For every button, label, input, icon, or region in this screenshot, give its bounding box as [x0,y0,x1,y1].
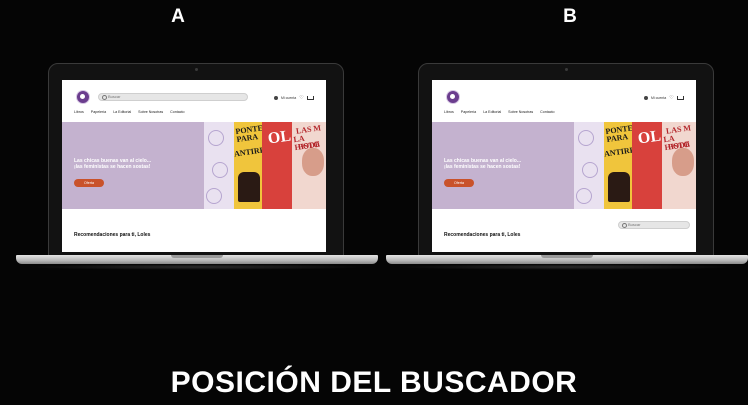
decor-swirl [576,188,592,204]
account-label[interactable]: Mi cuenta [651,96,666,100]
recommendations-title: Recomendaciones para ti, Loles [74,232,151,238]
hero-banner: Las chicas buenas van al cielo... ¡las f… [432,122,696,209]
decor-swirl [206,188,222,204]
header-actions: Mi cuenta ♡ [644,94,684,102]
laptop-base [16,255,378,264]
laptop-lid: Mi cuenta ♡ Libros Papelería La Editoria… [418,63,714,256]
nav-item-sobre-nosotras[interactable]: Sobre Nosotras [508,110,533,114]
offer-button[interactable]: Oferta [444,179,474,187]
laptop-b: Mi cuenta ♡ Libros Papelería La Editoria… [386,63,748,273]
nav-item-papeleria[interactable]: Papelería [91,110,106,114]
hero-line-2: ¡las feministas se hacen sostas! [74,164,151,170]
poster-text: OL [636,127,663,148]
caption: POSICIÓN DEL BUSCADOR [170,366,578,399]
search-input[interactable]: Buscar [98,93,248,101]
nav-item-editorial[interactable]: La Editorial [483,110,501,114]
hero-text: Las chicas buenas van al cielo... ¡las f… [444,158,554,170]
decor-swirl [212,162,228,178]
website-screen-a: Buscar Mi cuenta ♡ Libros Papelería La E… [62,80,326,252]
decor-swirl [582,162,598,178]
face-illustration [672,148,694,176]
face-illustration [302,148,324,176]
variant-a-label: A [171,6,185,27]
camera-icon [194,68,198,71]
decor-swirl [208,130,224,146]
logo-icon[interactable] [446,90,460,104]
nav-item-papeleria[interactable]: Papelería [461,110,476,114]
hero-text: Las chicas buenas van al cielo... ¡las f… [74,158,184,170]
nav-item-libros[interactable]: Libros [444,110,454,114]
decor-swirl [578,130,594,146]
laptop-lid: Buscar Mi cuenta ♡ Libros Papelería La E… [48,63,344,256]
search-placeholder: Buscar [108,94,121,99]
nav-item-contacto[interactable]: Contacto [170,110,184,114]
search-icon [102,95,107,100]
camera-icon [564,68,568,71]
hero-artwork: PONTE PARA ANTIRRA OL LAS M LA HISTO POD… [574,122,696,209]
nav-item-editorial[interactable]: La Editorial [113,110,131,114]
search-placeholder: Buscar [628,222,641,227]
cart-icon[interactable] [306,96,314,100]
nav-item-sobre-nosotras[interactable]: Sobre Nosotras [138,110,163,114]
logo-icon[interactable] [76,90,90,104]
heart-icon[interactable]: ♡ [669,95,673,101]
nav-item-libros[interactable]: Libros [74,110,84,114]
heart-icon[interactable]: ♡ [299,95,303,101]
laptop-a: Buscar Mi cuenta ♡ Libros Papelería La E… [16,63,378,273]
recommendations-title: Recomendaciones para ti, Loles [444,232,521,238]
laptop-base [386,255,748,264]
hero-artwork: PONTE PARA ANTIRRA OL LAS M LA HISTO POD… [204,122,326,209]
variant-b-label: B [563,6,577,27]
fist-illustration [238,172,260,202]
account-label[interactable]: Mi cuenta [281,96,296,100]
hero-line-2: ¡las feministas se hacen sostas! [444,164,521,170]
user-icon[interactable] [644,96,648,100]
website-screen-b: Mi cuenta ♡ Libros Papelería La Editoria… [432,80,696,252]
main-nav: Libros Papelería La Editorial Sobre Noso… [74,110,185,114]
user-icon[interactable] [274,96,278,100]
search-input[interactable]: Buscar [618,221,690,229]
cart-icon[interactable] [676,96,684,100]
header-actions: Mi cuenta ♡ [274,94,314,102]
search-icon [622,223,627,228]
hero-banner: Las chicas buenas van al cielo... ¡las f… [62,122,326,209]
offer-button[interactable]: Oferta [74,179,104,187]
fist-illustration [608,172,630,202]
poster-text: OL [266,127,293,148]
nav-item-contacto[interactable]: Contacto [540,110,554,114]
main-nav: Libros Papelería La Editorial Sobre Noso… [444,110,555,114]
